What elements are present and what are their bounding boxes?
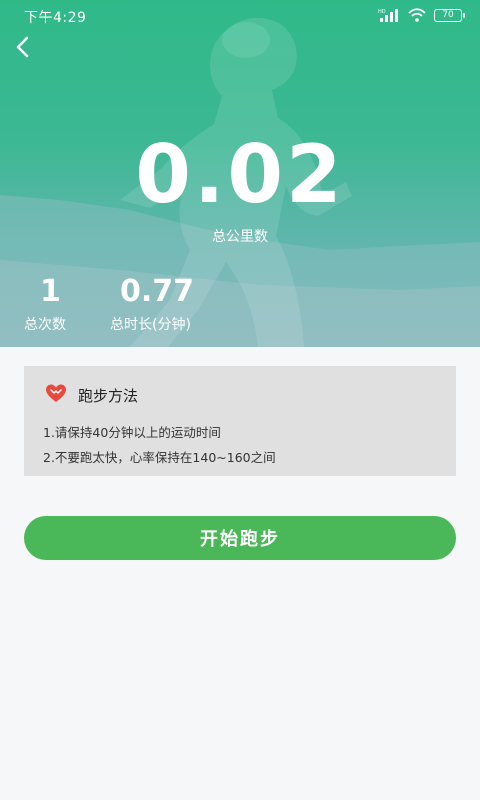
running-method-title: 跑步方法: [78, 387, 139, 405]
total-duration-value: 0.77: [120, 274, 195, 309]
back-button[interactable]: [8, 30, 38, 64]
chevron-left-icon: [16, 36, 29, 58]
running-method-card: 跑步方法 1.请保持40分钟以上的运动时间 2.不要跑太快，心率保持在140~1…: [24, 366, 456, 476]
total-count-stat: 1 总次数: [24, 274, 84, 334]
battery-icon: 70: [434, 8, 465, 22]
method-tip: 1.请保持40分钟以上的运动时间: [43, 425, 221, 440]
status-time: 下午4:29: [24, 10, 87, 26]
wifi-icon: [408, 8, 426, 22]
status-bar: 下午4:29 HD 70: [0, 0, 480, 32]
total-count-label: 总次数: [24, 317, 66, 333]
hero-banner: 下午4:29 HD 70 0.02 总公里数 1 总次数 0.77 总时长(分钟…: [0, 0, 480, 347]
method-tip: 2.不要跑太快，心率保持在140~160之间: [43, 450, 276, 465]
signal-icon: HD: [378, 9, 398, 22]
total-duration-stat: 0.77 总时长(分钟): [110, 274, 240, 334]
status-icons: HD 70: [378, 8, 465, 22]
total-distance-value: 0.02: [135, 128, 345, 221]
total-count-value: 1: [40, 274, 61, 309]
total-duration-label: 总时长(分钟): [110, 317, 191, 333]
start-running-button[interactable]: 开始跑步: [24, 516, 456, 560]
heart-icon: [46, 384, 66, 402]
network-type-label: HD: [378, 9, 386, 15]
total-distance-label: 总公里数: [212, 229, 268, 245]
